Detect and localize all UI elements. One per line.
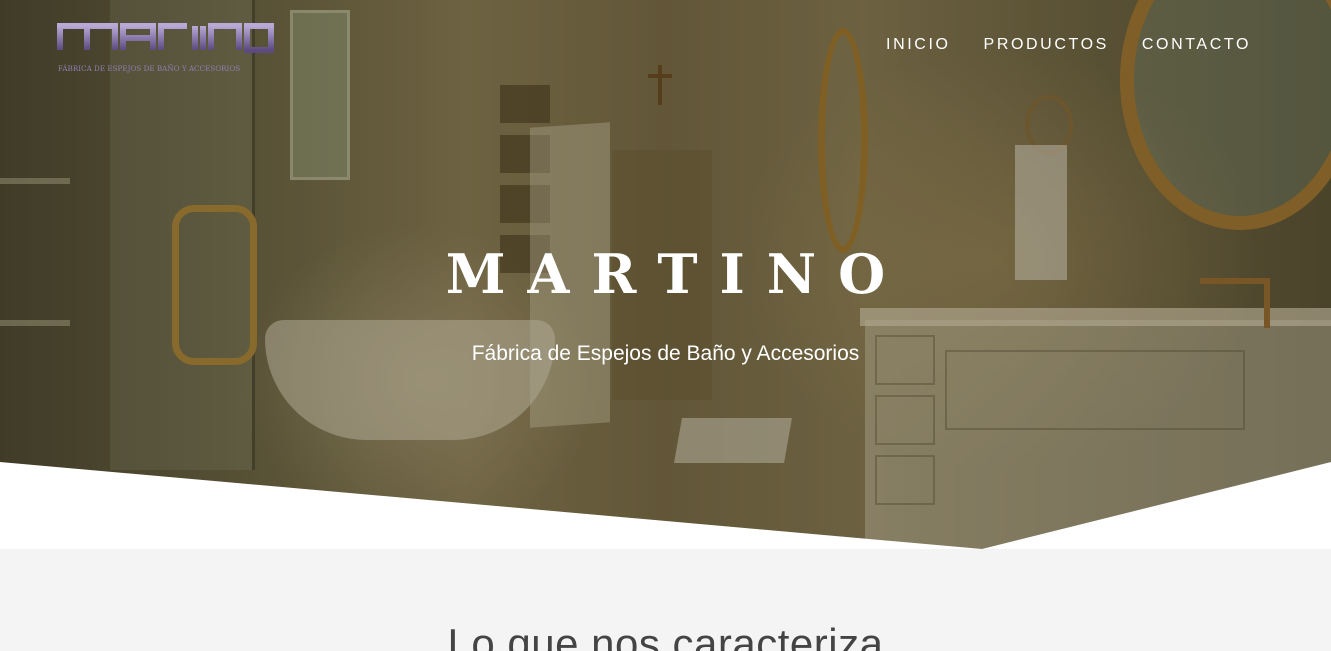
features-heading: Lo que nos caracteriza — [447, 620, 884, 651]
nav-item-productos[interactable]: PRODUCTOS — [984, 36, 1109, 54]
hero-subtitle: Fábrica de Espejos de Baño y Accesorios — [471, 342, 860, 365]
hero-section: FÁBRICA DE ESPEJOS DE BAÑO Y ACCESORIOS … — [0, 0, 1331, 549]
logo-tagline: FÁBRICA DE ESPEJOS DE BAÑO Y ACCESORIOS — [58, 64, 240, 73]
logo-mark: FÁBRICA DE ESPEJOS DE BAÑO Y ACCESORIOS — [57, 23, 274, 73]
nav-item-contacto[interactable]: CONTACTO — [1142, 36, 1251, 54]
brand-logo[interactable]: FÁBRICA DE ESPEJOS DE BAÑO Y ACCESORIOS — [57, 14, 275, 74]
nav-item-inicio[interactable]: INICIO — [886, 36, 951, 54]
hero-title: MARTINO — [445, 242, 908, 306]
main-nav: INICIO PRODUCTOS CONTACTO — [886, 36, 1251, 54]
